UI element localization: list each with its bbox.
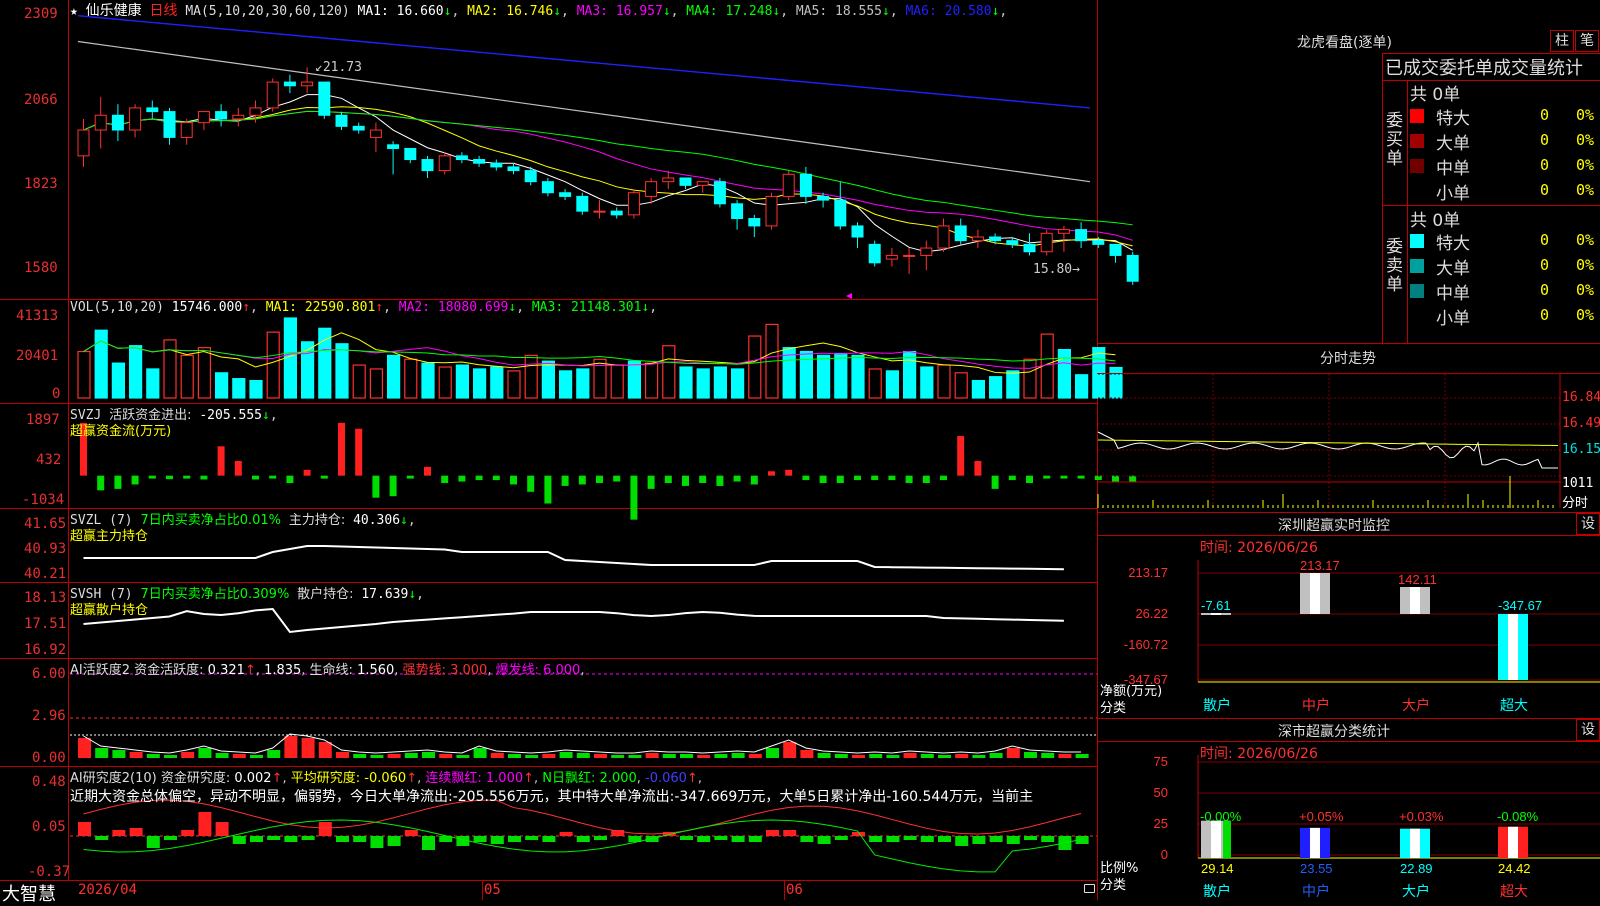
class-value-label: 22.89: [1400, 861, 1433, 876]
class-ytick: 75: [1154, 754, 1168, 769]
class-bar-accent: [1223, 820, 1231, 858]
class-ytick: 25: [1154, 816, 1168, 831]
class-category: 超大: [1500, 884, 1528, 900]
class-ytick: 50: [1154, 785, 1168, 800]
class-value-label: 29.14: [1201, 861, 1234, 876]
class-top-label: +0.03%: [1399, 809, 1444, 824]
class-category: 散户: [1203, 883, 1231, 900]
class-xlabel: 分类: [1100, 878, 1127, 893]
class-bar-highlight: [1211, 820, 1221, 858]
class-ytick: 0: [1161, 847, 1168, 862]
class-top-label: +0.05%: [1299, 809, 1344, 824]
class-chart[interactable]: 75 50 25 0 -0.00% +0.05% +0.03% -0.08% 29.14 23.5…: [0, 0, 1600, 900]
class-bar-highlight: [1508, 826, 1518, 858]
class-value-label: 23.55: [1300, 861, 1333, 876]
class-bar-highlight: [1410, 828, 1420, 858]
class-top-label: -0.00%: [1200, 809, 1242, 824]
class-category: 中户: [1302, 883, 1330, 900]
class-top-label: -0.08%: [1497, 809, 1539, 824]
class-category: 大户: [1402, 883, 1430, 900]
class-bar-highlight: [1310, 827, 1320, 858]
class-value-label: 24.42: [1498, 861, 1531, 876]
